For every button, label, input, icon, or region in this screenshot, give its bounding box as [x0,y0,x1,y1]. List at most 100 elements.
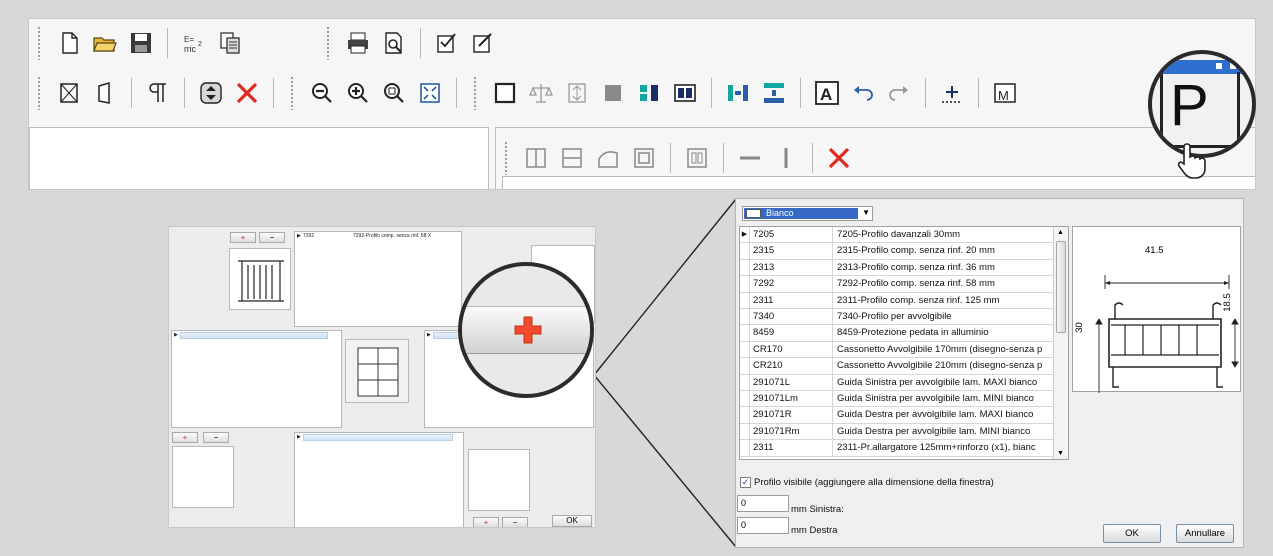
edit-check-icon[interactable] [432,28,462,58]
profile-row[interactable]: 291071R Guida Destra per avvolgibile lam.… [740,407,1054,424]
toolbar-grip[interactable] [290,76,294,110]
profile-row[interactable]: 2313 2313-Profilo comp. senza rinf. 36 mm [740,259,1054,277]
hand-cursor-icon [1177,143,1206,179]
toolbar-grip[interactable] [473,76,477,110]
profile-row[interactable]: 7340 7340-Profilo per avvolgibile [740,309,1054,326]
profile-row[interactable]: CR170 Cassonetto Avvolgibile 170mm (diseg… [740,341,1054,359]
double-pane-icon[interactable] [682,143,712,173]
zoom-connector [593,198,737,548]
close-x-icon[interactable] [824,143,854,173]
mini-row-marker: ▶ [297,434,301,440]
toolbar-separator [978,78,979,108]
save-icon[interactable] [126,28,156,58]
grid-plus-icon[interactable] [937,78,967,108]
toolbar-grip[interactable] [37,26,41,60]
row-indicator [740,292,750,308]
toolbar-separator [167,28,168,58]
profile-row[interactable]: 2311 2311-Pr.allargatore 125mm+rinforzo (… [740,440,1054,457]
open-folder-icon[interactable] [90,28,120,58]
redo-icon[interactable] [884,78,914,108]
scroll-thumb[interactable] [1056,241,1066,333]
profile-row[interactable]: ▶ 7205 7205-Profilo davanzali 30mm [740,227,1054,244]
profile-row[interactable]: 291071Rm Guida Destra per avvolgibile lam… [740,423,1054,441]
zoom-in-icon[interactable] [343,78,373,108]
row-indicator [740,325,750,341]
ok-button[interactable]: OK [1103,524,1161,543]
row-code: CR170 [753,341,833,358]
profile-row[interactable]: 7292 7292-Profilo comp. senza rinf. 58 mm [740,276,1054,293]
dim-left-label: 30 [1073,322,1085,333]
new-file-icon[interactable] [54,28,84,58]
mini-add-button-3[interactable]: + [473,517,499,527]
color-select[interactable]: Bianco ▼ [742,206,873,221]
copy-icon[interactable] [215,28,245,58]
row-indicator [740,391,750,407]
pilcrow-icon[interactable] [143,78,173,108]
row-description: 7205-Profilo davanzali 30mm [837,229,961,240]
arch-icon[interactable] [593,143,623,173]
door-icon[interactable] [90,78,120,108]
mini-bottom-panel: ▶ [294,432,464,527]
edit-check-2-icon[interactable] [468,28,498,58]
row-description: 2311-Pr.allargatore 125mm+rinforzo (x1),… [837,442,1036,454]
profile-row[interactable]: 291071Lm Guida Sinistra per avvolgibile l… [740,391,1054,408]
split-icon[interactable] [670,78,700,108]
align-icon[interactable] [562,78,592,108]
row-code: 291071Rm [753,423,833,440]
toolbar-separator [711,78,712,108]
mini-ok-button[interactable]: OK [552,515,592,527]
scroll-up-icon[interactable]: ▲ [1057,229,1064,236]
vertical-scrollbar[interactable]: ▲ ▼ [1053,227,1068,459]
profile-row[interactable]: CR210 Cassonetto Avvolgibile 210mm (diseg… [740,358,1054,375]
columns-icon[interactable] [634,78,664,108]
delete-icon[interactable] [232,78,262,108]
split-vertical-icon[interactable] [521,143,551,173]
frame-icon[interactable] [54,78,84,108]
mini-profile-list: ▶ 7292 7292-Profilo comp. senza rinf. 58… [294,231,462,327]
mini-remove-button-2[interactable]: − [203,432,229,443]
toolbar-grip[interactable] [37,76,41,110]
minus-line-icon[interactable] [735,143,765,173]
mini-header-bar [303,434,453,441]
profile-row[interactable]: 2311 2311-Profilo comp. senza rinf. 125 m… [740,292,1054,309]
formula-icon[interactable]: E= mc 2 [179,28,209,58]
left-mm-input[interactable]: 0 [737,495,789,512]
balance-icon[interactable] [526,78,556,108]
mini-add-button-2[interactable]: + [172,432,198,443]
mini-add-button[interactable]: + [230,232,256,243]
undo-icon[interactable] [848,78,878,108]
row-description: Guida Sinistra per avvolgibile lam. MAXI… [837,376,1038,388]
profile-preview: 41.5 30 18.5 [1072,226,1241,402]
zoom-out-icon[interactable] [307,78,337,108]
gray-fill-icon[interactable] [598,78,628,108]
zoom-fit-icon[interactable] [415,78,445,108]
profile-row[interactable]: 291071L Guida Sinistra per avvolgibile la… [740,374,1054,391]
cancel-button[interactable]: Annullare [1176,524,1234,543]
print-icon[interactable] [343,28,373,58]
row-code: 7205 [753,227,833,243]
mini-remove-button[interactable]: − [259,232,285,243]
mini-remove-button-3[interactable]: − [502,517,528,527]
inner-rect-icon[interactable] [629,143,659,173]
chevron-down-icon[interactable]: ▼ [862,208,870,217]
toolbar-grip[interactable] [326,26,330,60]
h-align-icon[interactable] [723,78,753,108]
row-code: 291071Lm [753,391,833,407]
profile-visible-label: Profilo visibile (aggiungere alla dimens… [754,477,994,488]
spin-icon[interactable] [196,78,226,108]
select-rect-icon[interactable] [490,78,520,108]
right-mm-input[interactable]: 0 [737,517,789,534]
m-window-icon[interactable]: M [990,78,1020,108]
v-align-icon[interactable] [759,78,789,108]
profile-row[interactable]: 2315 2315-Profilo comp. senza rinf. 20 mm [740,243,1054,260]
split-horizontal-icon[interactable] [557,143,587,173]
zoom-window-icon[interactable] [379,78,409,108]
profile-visible-checkbox[interactable]: ✓ [740,477,751,488]
scroll-down-icon[interactable]: ▼ [1057,450,1064,457]
toolbar-grip[interactable] [504,141,508,175]
profile-row[interactable]: 8459 8459-Protezione pedata in alluminio [740,325,1054,342]
text-a-icon[interactable]: A [812,78,842,108]
print-preview-icon[interactable] [379,28,409,58]
bar-line-icon[interactable] [771,143,801,173]
row-code: 2315 [753,243,833,259]
